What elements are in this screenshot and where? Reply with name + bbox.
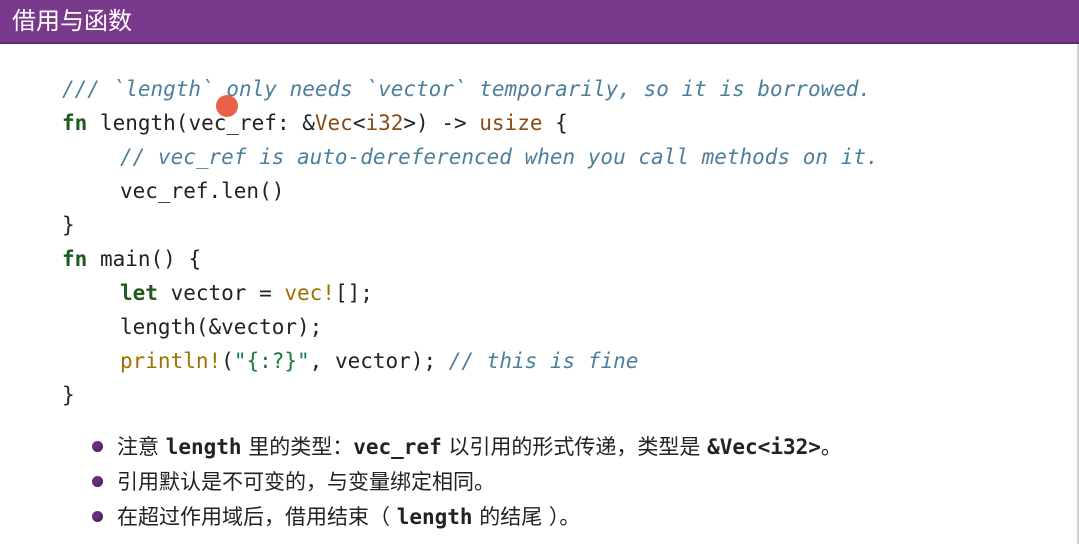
code-line-7: let vector = vec![]; (120, 276, 373, 310)
code-line-9: println!("{:?}", vector); // this is fin… (120, 344, 638, 378)
keyword-fn: fn (62, 111, 88, 135)
macro-vec: vec! (284, 281, 335, 305)
code-line-6: fn main() { (62, 242, 201, 276)
bullet-item-3: 在超过作用域后，借用结束（ length 的结尾 ）。 (92, 500, 580, 534)
code-line-5: } (62, 213, 75, 237)
code-line-2: fn length(vec_ref: &Vec<i32>) -> usize { (62, 106, 568, 140)
bullet-item-1: 注意 length 里的类型：vec_ref 以引用的形式传递，类型是 &Vec… (92, 430, 842, 464)
code-line-8: length(&vector); (120, 315, 323, 339)
macro-println: println! (120, 349, 222, 373)
code-line-4: vec_ref.len() (120, 179, 285, 203)
slide-title-bar: 借用与函数 (0, 0, 1079, 44)
bullet-dot-icon (92, 440, 103, 452)
inline-comment: // this is fine (448, 349, 639, 373)
bullet-dot-icon (92, 475, 103, 487)
keyword-let: let (120, 281, 158, 305)
pointer-cursor-icon (216, 95, 238, 117)
sig-rest: >) -> (403, 111, 480, 135)
code-line-3: // vec_ref is auto-dereferenced when you… (120, 145, 879, 169)
type-usize: usize (479, 111, 543, 135)
paren-open: ( (221, 349, 234, 373)
type-i32: i32 (365, 111, 404, 135)
let-binding: vector = (157, 281, 285, 305)
slide-title: 借用与函数 (12, 7, 132, 35)
vec-args: []; (334, 281, 373, 305)
bullet-item-2: 引用默认是不可变的，与变量绑定相同。 (92, 465, 495, 499)
main-signature: main() { (87, 247, 202, 271)
code-line-1: /// `length` only needs `vector` tempora… (62, 77, 872, 101)
open-brace: { (542, 111, 568, 135)
lt: < (352, 111, 366, 135)
println-args: , vector); (309, 349, 449, 373)
bullet-dot-icon (92, 510, 103, 522)
code-line-10: } (62, 383, 75, 407)
type-vec: Vec (314, 111, 353, 135)
keyword-fn-main: fn (62, 247, 88, 271)
fn-signature: length(vec_ref: & (87, 111, 315, 135)
format-string: "{:?}" (233, 349, 310, 373)
